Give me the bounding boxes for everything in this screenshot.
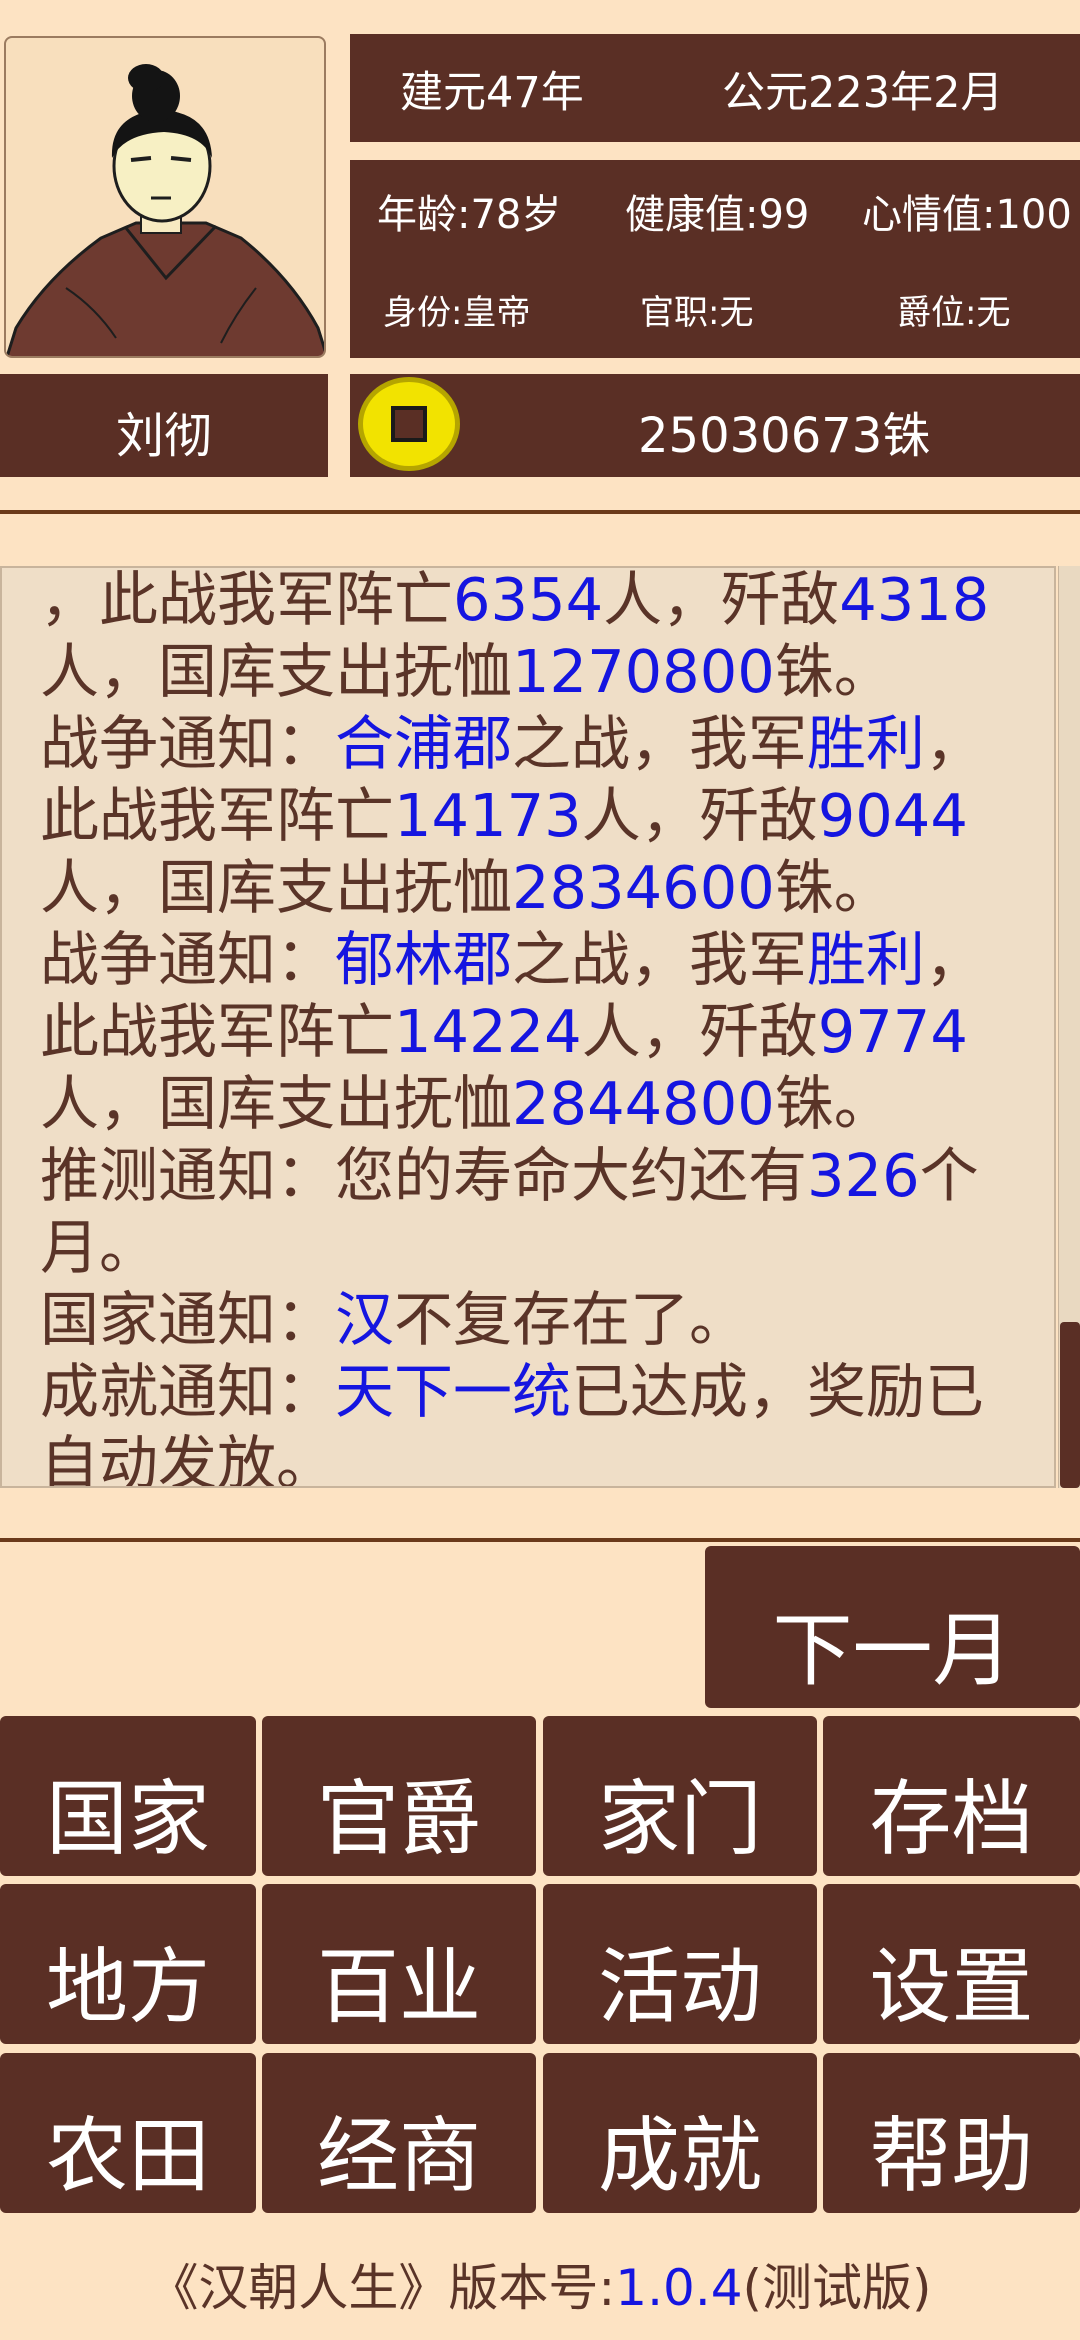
menu-button-6[interactable]: 活动: [543, 1884, 817, 2044]
log-highlight: 合浦郡: [335, 709, 513, 778]
log-highlight: 2834600: [512, 853, 775, 922]
log-highlight: 胜利: [807, 925, 926, 994]
version-suffix: (测试版): [742, 2259, 932, 2317]
version-line: 《汉朝人生》版本号:1.0.4(测试版): [0, 2248, 1080, 2320]
mood-stat: 心情值:100: [862, 192, 1072, 238]
coin-icon: [358, 377, 460, 471]
menu-button-3[interactable]: 存档: [823, 1716, 1080, 1876]
menu-button-label: 农田: [45, 2109, 210, 2204]
log-segment: 之战，我军: [512, 925, 808, 994]
message-log-text: ，此战我军阵亡6354人，歼敌4318人，国库支出抚恤1270800铢。 战争通知…: [40, 566, 1030, 1486]
menu-button-10[interactable]: 成就: [543, 2053, 817, 2213]
identity-stat: 身份:皇帝: [383, 293, 531, 333]
menu-button-2[interactable]: 家门: [543, 1716, 817, 1876]
log-segment: 铢。: [774, 637, 893, 706]
log-segment: 战争通知：: [40, 709, 336, 778]
money-bar: 25030673铢: [350, 374, 1080, 477]
log-segment: 铢。: [774, 853, 893, 922]
date-bar: 建元47年 公元223年2月: [350, 34, 1080, 142]
log-highlight: 1270800: [512, 637, 775, 706]
next-month-label: 下一月: [772, 1604, 1013, 1697]
log-highlight: 14224: [394, 997, 582, 1066]
portrait-figure-icon: [6, 64, 324, 356]
log-highlight: 9044: [817, 781, 968, 850]
menu-button-5[interactable]: 百业: [262, 1884, 536, 2044]
log-highlight: 天下一统: [335, 1357, 572, 1426]
health-stat: 健康值:99: [625, 192, 810, 238]
log-highlight: 9774: [817, 997, 968, 1066]
log-segment: 人，国库支出抚恤: [40, 853, 513, 922]
money-amount: 25030673铢: [638, 408, 931, 464]
menu-button-9[interactable]: 经商: [262, 2053, 536, 2213]
log-segment: 之战，我军: [512, 709, 808, 778]
log-segment: 人，国库支出抚恤: [40, 1069, 513, 1138]
menu-button-label: 活动: [597, 1940, 762, 2035]
menu-button-label: 存档: [869, 1772, 1034, 1867]
menu-button-0[interactable]: 国家: [0, 1716, 256, 1876]
log-segment: 战争通知：: [40, 925, 336, 994]
rank-stat: 爵位:无: [897, 293, 1011, 333]
character-name: 刘彻: [115, 408, 212, 464]
log-segment: 人，国库支出抚恤: [40, 637, 513, 706]
menu-button-label: 百业: [316, 1940, 481, 2035]
log-highlight: 6354: [453, 566, 604, 634]
log-highlight: 郁林郡: [335, 925, 513, 994]
menu-button-7[interactable]: 设置: [823, 1884, 1080, 2044]
menu-button-4[interactable]: 地方: [0, 1884, 256, 2044]
log-segment: 人，歼敌: [603, 566, 840, 634]
log-segment: 成就通知：: [40, 1357, 336, 1426]
log-segment: ，此战我军阵亡: [40, 566, 454, 634]
menu-button-label: 家门: [597, 1772, 762, 1867]
menu-button-label: 官爵: [316, 1772, 481, 1867]
log-highlight: 326: [807, 1141, 920, 1210]
character-portrait[interactable]: [4, 36, 326, 358]
log-segment: 推测通知：您的寿命大约还有: [40, 1141, 808, 1210]
next-month-button[interactable]: 下一月: [705, 1546, 1080, 1708]
menu-button-label: 国家: [45, 1772, 210, 1867]
log-segment: 国家通知：: [40, 1285, 336, 1354]
character-name-bar: 刘彻: [0, 374, 328, 477]
era-year: 建元47年: [400, 68, 584, 118]
log-segment: 人，歼敌: [581, 781, 818, 850]
log-segment: 铢。: [774, 1069, 893, 1138]
game-screen: 建元47年 公元223年2月 年龄:78岁 健康值:99 心情值:100 身份:…: [0, 0, 1080, 2340]
character-stats-panel: 年龄:78岁 健康值:99 心情值:100 身份:皇帝 官职:无 爵位:无: [350, 160, 1080, 358]
version-prefix: 《汉朝人生》版本号:: [148, 2259, 616, 2317]
log-segment: 不复存在了。: [394, 1285, 749, 1354]
age-stat: 年龄:78岁: [377, 192, 562, 238]
log-segment: 人，歼敌: [581, 997, 818, 1066]
menu-button-11[interactable]: 帮助: [823, 2053, 1080, 2213]
log-scrollbar-thumb[interactable]: [1060, 1322, 1080, 1488]
divider: [0, 1538, 1080, 1542]
menu-button-label: 帮助: [869, 2109, 1034, 2204]
version-number: 1.0.4: [615, 2259, 743, 2317]
menu-button-1[interactable]: 官爵: [262, 1716, 536, 1876]
menu-button-8[interactable]: 农田: [0, 2053, 256, 2213]
message-log[interactable]: ，此战我军阵亡6354人，歼敌4318人，国库支出抚恤1270800铢。 战争通知…: [0, 566, 1056, 1488]
menu-button-label: 地方: [45, 1940, 210, 2035]
ad-date: 公元223年2月: [722, 68, 1004, 118]
office-stat: 官职:无: [640, 293, 754, 333]
menu-button-label: 经商: [316, 2109, 481, 2204]
log-highlight: 2844800: [512, 1069, 775, 1138]
menu-button-label: 成就: [597, 2109, 762, 2204]
menu-button-label: 设置: [869, 1940, 1034, 2035]
divider: [0, 510, 1080, 514]
log-highlight: 4318: [839, 566, 990, 634]
log-highlight: 汉: [335, 1285, 395, 1354]
log-highlight: 胜利: [807, 709, 926, 778]
log-highlight: 14173: [394, 781, 582, 850]
